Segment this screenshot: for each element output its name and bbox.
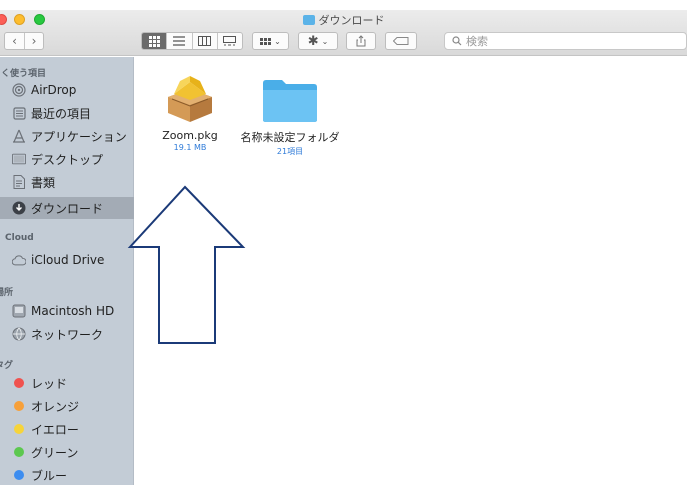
icon-view-button[interactable]: [142, 33, 167, 49]
icon-view-icon: [148, 35, 160, 47]
chevron-down-icon: ⌄: [321, 36, 329, 46]
tag-color-dot: [14, 447, 24, 457]
sidebar-item-desktop[interactable]: デスクトップ: [0, 148, 134, 170]
sidebar-item-label: ブルー: [31, 468, 68, 483]
sidebar-item-airdrop[interactable]: AirDrop: [0, 79, 134, 101]
tag-color-dot: [14, 401, 24, 411]
sidebar: よく使う項目 AirDrop 最近の項目 アプリケーション デスクトップ: [0, 57, 134, 485]
forward-button[interactable]: ›: [23, 33, 43, 49]
sidebar-item-label: グリーン: [31, 445, 79, 460]
sidebar-item-network[interactable]: ネットワーク: [0, 323, 134, 345]
documents-icon: [12, 175, 26, 189]
search-input[interactable]: 検索: [444, 32, 687, 50]
network-icon: [12, 327, 26, 341]
sidebar-item-icloud-drive[interactable]: iCloud Drive: [0, 249, 134, 271]
finder-window: ダウンロード ‹ › ⌄ ✱ ⌄ 検索 く使う項目 AirDrop 最近の項目 …: [0, 10, 687, 485]
sidebar-tag-blue[interactable]: ブルー: [0, 464, 134, 485]
search-icon: [452, 36, 462, 46]
gallery-view-button[interactable]: [216, 33, 242, 49]
file-item-zoom-pkg[interactable]: Zoom.pkg 19.1 MB: [135, 73, 245, 152]
sidebar-item-label: オレンジ: [31, 399, 80, 414]
tag-icon: [393, 37, 409, 45]
screenshot-frame: ダウンロード ‹ › ⌄ ✱ ⌄ 検索 く使う項目 AirDrop 最近の項目 …: [0, 0, 694, 485]
share-icon: [356, 35, 366, 47]
window-title-text: ダウンロード: [318, 14, 385, 27]
airdrop-icon: [12, 83, 26, 97]
applications-icon: [12, 129, 26, 143]
share-button[interactable]: [346, 32, 376, 50]
sidebar-item-documents[interactable]: 書類: [0, 171, 134, 193]
file-name: 名称未設定フォルダ: [240, 131, 340, 144]
list-view-button[interactable]: [166, 33, 191, 49]
sidebar-item-label: イエロー: [31, 422, 79, 437]
desktop-icon: [12, 152, 26, 166]
sidebar-tag-green[interactable]: グリーン: [0, 441, 134, 463]
gallery-view-icon: [223, 36, 237, 46]
sidebar-item-downloads[interactable]: ダウンロード: [0, 197, 134, 219]
navigation-buttons: ‹ ›: [4, 32, 44, 50]
section-locations: 場所: [0, 288, 14, 298]
sidebar-item-label: 最近の項目: [31, 106, 92, 121]
sidebar-item-label: レッド: [31, 376, 68, 391]
section-tags: タグ: [0, 361, 14, 371]
sidebar-item-label: アプリケーション: [31, 129, 127, 144]
cloud-icon: [12, 253, 26, 267]
column-view-button[interactable]: [191, 33, 217, 49]
tag-color-dot: [14, 470, 24, 480]
list-view-icon: [173, 36, 186, 46]
arrange-icon: [260, 37, 272, 45]
package-icon: [162, 73, 218, 123]
section-icloud: Cloud: [5, 233, 34, 243]
title-bar: ダウンロード ‹ › ⌄ ✱ ⌄ 検索: [0, 10, 687, 56]
edit-tags-button[interactable]: [385, 32, 417, 50]
search-placeholder: 検索: [466, 35, 488, 48]
sidebar-item-label: ダウンロード: [31, 201, 104, 216]
file-item-untitled-folder[interactable]: 名称未設定フォルダ 21項目: [235, 73, 345, 157]
file-name: Zoom.pkg: [162, 129, 218, 142]
arrange-button[interactable]: ⌄: [252, 32, 289, 50]
tag-color-dot: [14, 378, 24, 388]
file-item-count: 21項目: [276, 147, 304, 156]
sidebar-tag-yellow[interactable]: イエロー: [0, 418, 134, 440]
sidebar-item-label: ネットワーク: [31, 327, 104, 342]
downloads-icon: [12, 201, 26, 215]
tag-color-dot: [14, 424, 24, 434]
sidebar-item-label: 書類: [31, 175, 56, 190]
window-title: ダウンロード: [0, 12, 687, 28]
sidebar-tag-orange[interactable]: オレンジ: [0, 395, 134, 417]
folder-icon: [262, 79, 318, 123]
sidebar-tag-red[interactable]: レッド: [0, 372, 134, 394]
recents-icon: [12, 106, 26, 120]
back-button[interactable]: ‹: [5, 33, 24, 49]
sidebar-item-macintosh-hd[interactable]: Macintosh HD: [0, 300, 134, 322]
sidebar-item-recents[interactable]: 最近の項目: [0, 102, 134, 124]
sidebar-item-label: iCloud Drive: [31, 253, 105, 267]
sidebar-item-label: AirDrop: [31, 83, 77, 97]
file-size: 19.1 MB: [173, 143, 207, 152]
view-mode-buttons: [141, 32, 243, 50]
gear-icon: ✱: [307, 33, 319, 49]
sidebar-item-applications[interactable]: アプリケーション: [0, 125, 134, 147]
action-button[interactable]: ✱ ⌄: [298, 32, 338, 50]
annotation-up-arrow: [127, 185, 246, 344]
downloads-folder-icon: [302, 15, 315, 25]
section-favorites: よく使う項目: [0, 69, 47, 79]
harddisk-icon: [12, 304, 26, 318]
chevron-down-icon: ⌄: [274, 36, 281, 46]
sidebar-item-label: デスクトップ: [31, 152, 104, 167]
sidebar-item-label: Macintosh HD: [31, 304, 115, 318]
column-view-icon: [198, 36, 212, 46]
